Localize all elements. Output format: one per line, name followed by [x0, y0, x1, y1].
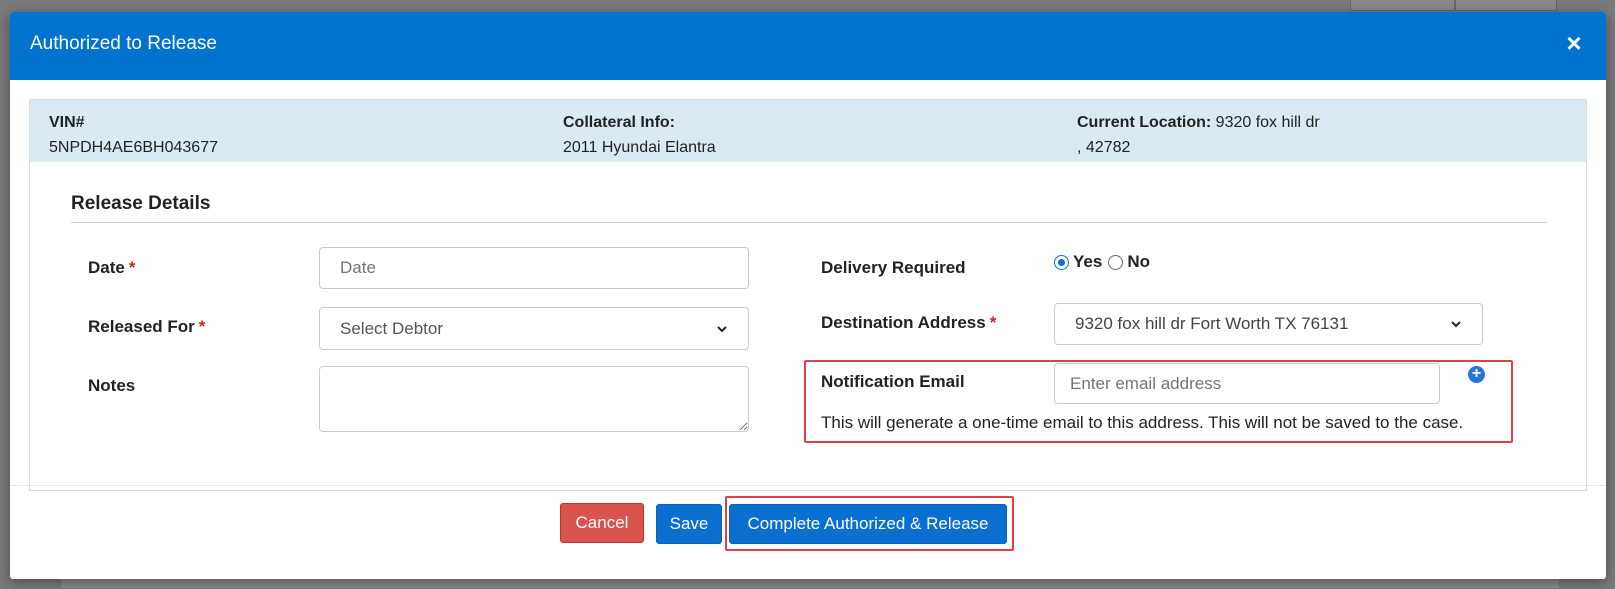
- destination-address-value: 9320 fox hill dr Fort Worth TX 76131: [1075, 314, 1349, 333]
- background-button: [1350, 0, 1455, 11]
- date-input[interactable]: [319, 247, 749, 289]
- delivery-radio-group: Yes No: [1054, 252, 1150, 272]
- required-marker: *: [128, 258, 136, 277]
- date-label-text: Date: [88, 258, 125, 277]
- location-label: Current Location:: [1077, 114, 1212, 131]
- authorized-release-modal: Authorized to Release × VIN# 5NPDH4AE6BH…: [10, 12, 1606, 579]
- footer-divider: [10, 485, 1606, 486]
- delivery-no-label: No: [1127, 252, 1150, 271]
- delivery-yes-radio[interactable]: [1054, 254, 1069, 270]
- collateral-value: 2011 Hyundai Elantra: [563, 139, 716, 156]
- notes-label: Notes: [88, 376, 136, 395]
- location-info: Current Location: 9320 fox hill dr , 427…: [1077, 110, 1320, 160]
- section-divider: [71, 222, 1547, 223]
- released-for-label: Released For *: [88, 317, 205, 337]
- plus-circle-icon[interactable]: +: [1468, 366, 1485, 383]
- email-help-text: This will generate a one-time email to t…: [821, 413, 1464, 432]
- vin-label: VIN#: [49, 114, 85, 131]
- destination-address-label: Destination Address *: [821, 313, 996, 333]
- chevron-down-icon: [717, 325, 727, 332]
- destination-label-text: Destination Address: [821, 313, 986, 332]
- background-button: [1455, 0, 1557, 11]
- location-line2: , 42782: [1077, 139, 1131, 156]
- vehicle-info-bar: VIN# 5NPDH4AE6BH043677 Collateral Info: …: [30, 100, 1586, 162]
- collateral-label: Collateral Info:: [563, 114, 676, 131]
- destination-address-select[interactable]: 9320 fox hill dr Fort Worth TX 76131: [1054, 303, 1483, 345]
- required-marker: *: [989, 313, 997, 332]
- save-button[interactable]: Save: [656, 504, 722, 544]
- chevron-down-icon: [1451, 321, 1461, 328]
- close-icon[interactable]: ×: [1562, 30, 1586, 56]
- section-title: Release Details: [71, 193, 211, 214]
- notes-textarea[interactable]: [319, 366, 749, 432]
- date-label: Date *: [88, 258, 135, 278]
- modal-header: Authorized to Release ×: [10, 12, 1606, 80]
- location-line1: 9320 fox hill dr: [1211, 114, 1320, 131]
- vin-value: 5NPDH4AE6BH043677: [49, 139, 218, 156]
- cancel-button[interactable]: Cancel: [560, 503, 644, 543]
- modal-title: Authorized to Release: [30, 33, 217, 54]
- released-for-select[interactable]: Select Debtor: [319, 307, 749, 350]
- released-for-label-text: Released For: [88, 317, 195, 336]
- notification-email-input[interactable]: [1054, 363, 1440, 404]
- delivery-yes-label: Yes: [1073, 252, 1103, 271]
- delivery-no-radio[interactable]: [1108, 254, 1124, 270]
- notification-email-label: Notification Email: [821, 372, 965, 391]
- released-for-value: Select Debtor: [340, 318, 443, 338]
- required-marker: *: [198, 317, 206, 336]
- delivery-required-label: Delivery Required: [821, 258, 966, 277]
- complete-release-button[interactable]: Complete Authorized & Release: [729, 504, 1007, 544]
- vin-info: VIN# 5NPDH4AE6BH043677: [49, 110, 218, 160]
- collateral-info: Collateral Info: 2011 Hyundai Elantra: [563, 110, 716, 160]
